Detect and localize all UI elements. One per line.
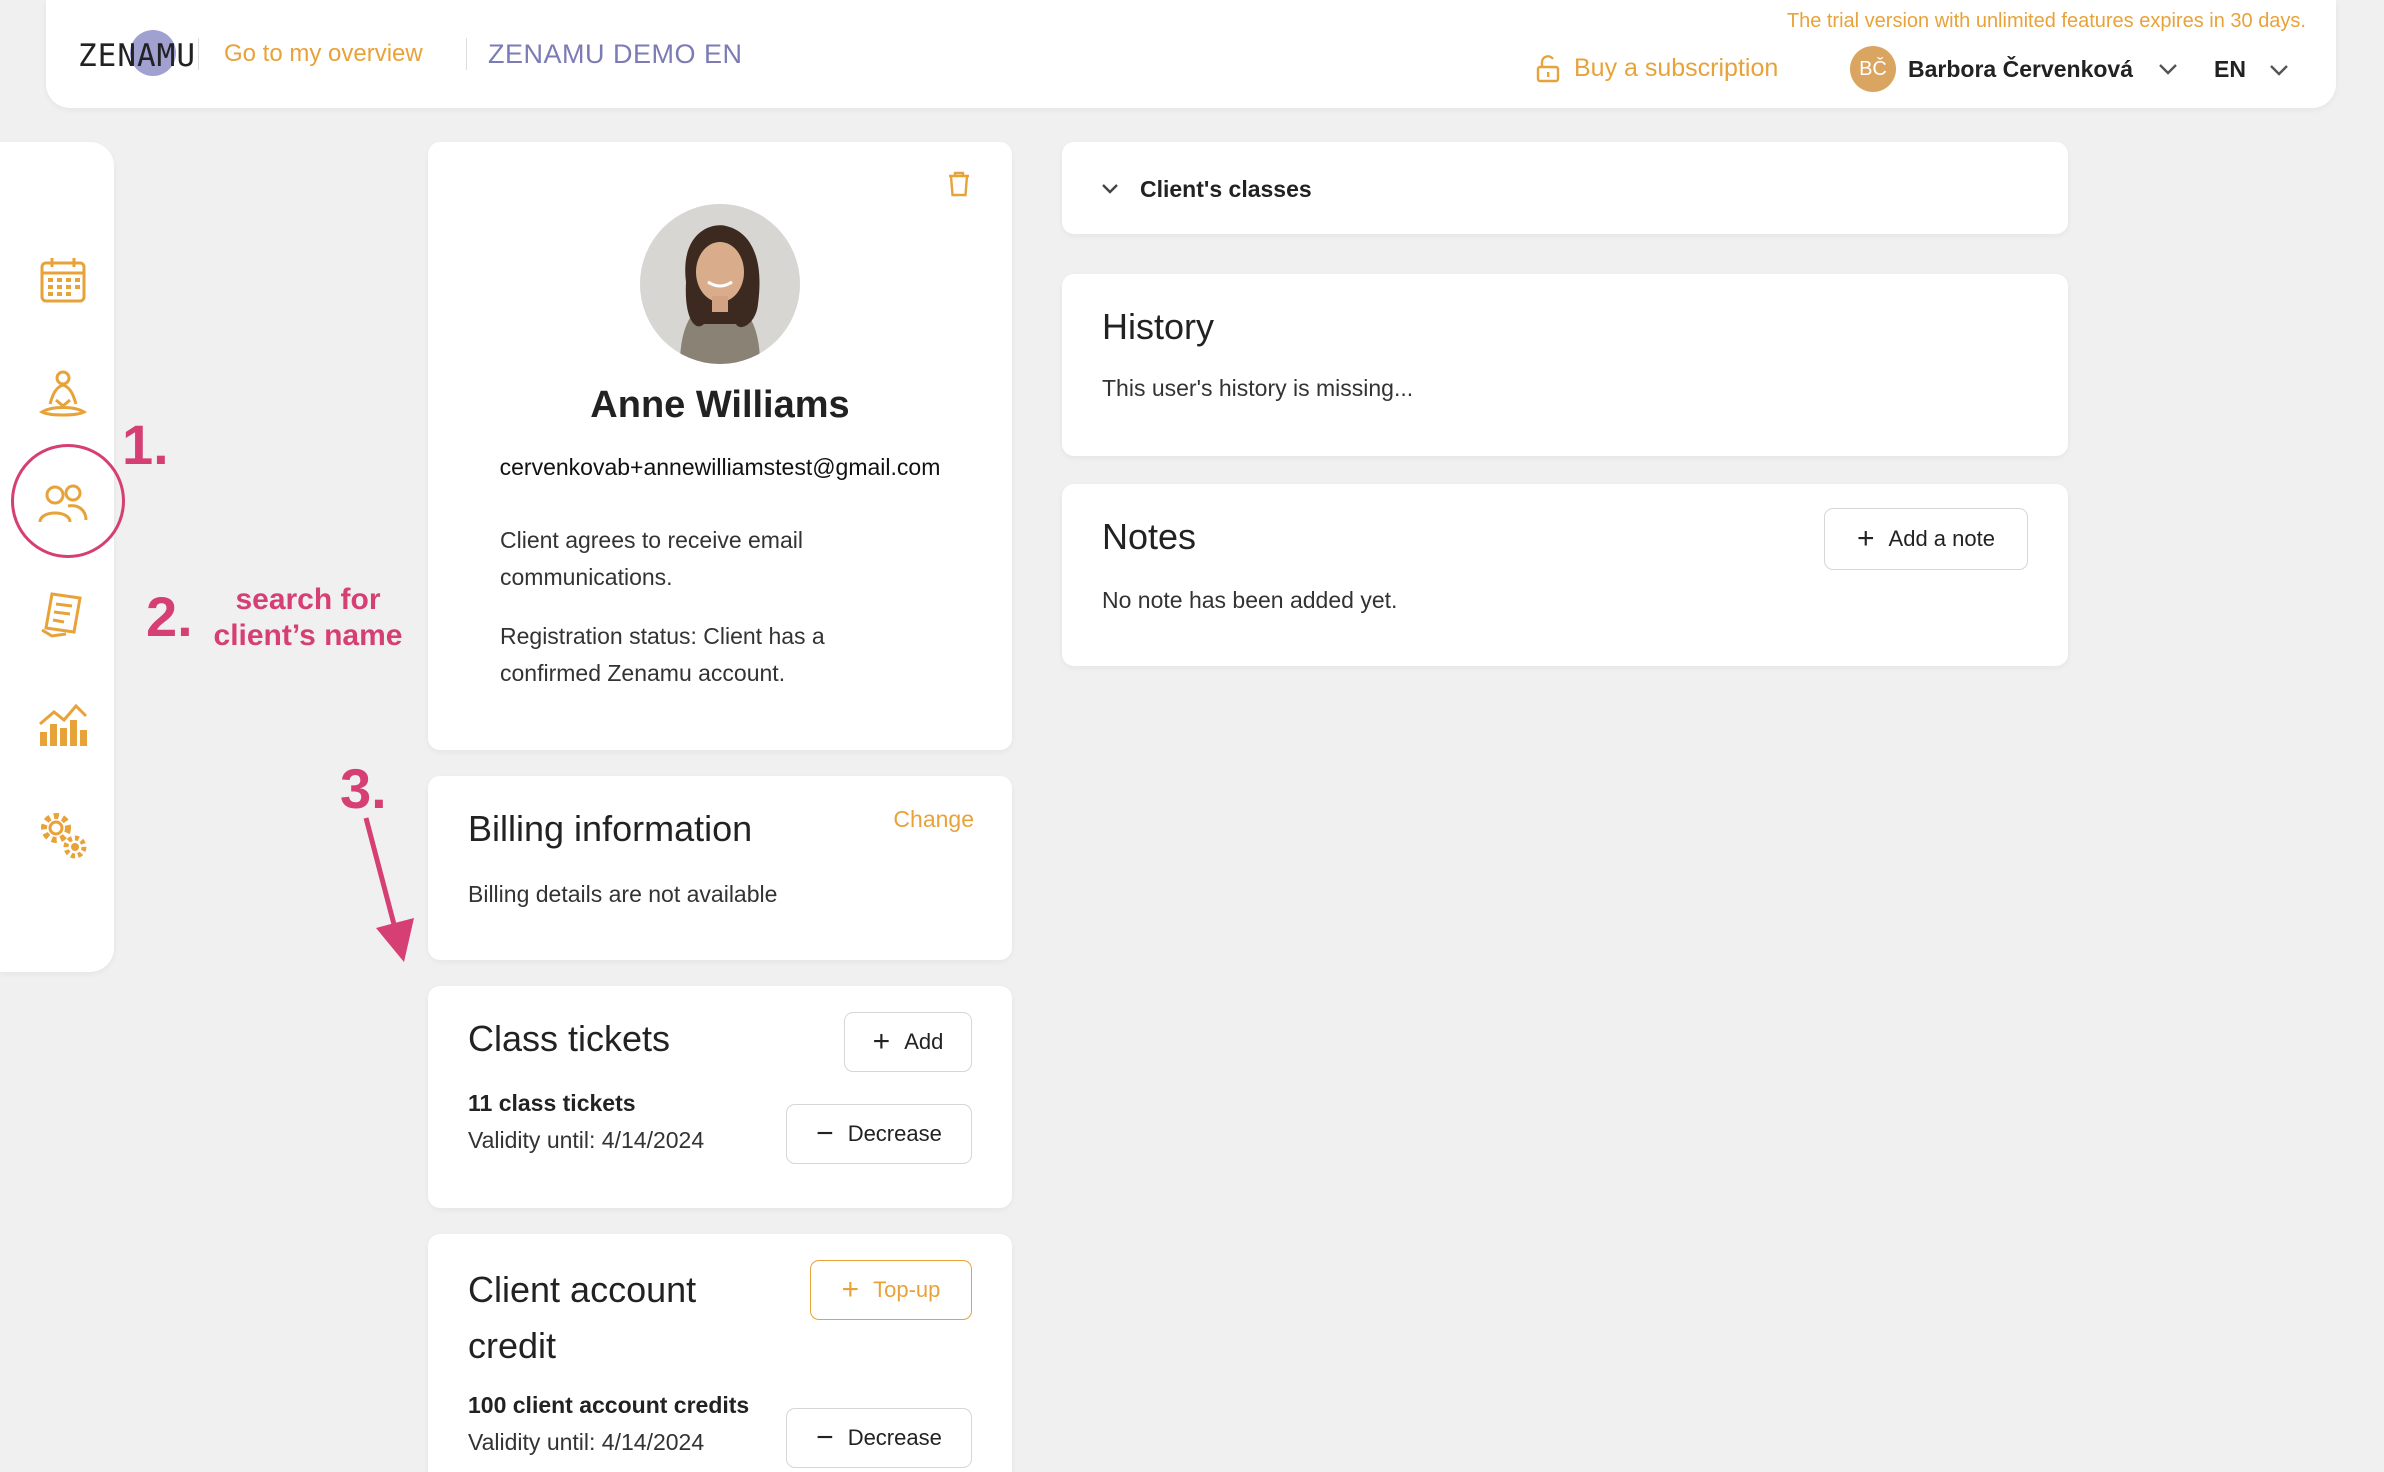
decrease-ticket-button[interactable]: − Decrease (786, 1104, 972, 1164)
history-card: History This user's history is missing..… (1062, 274, 2068, 456)
language-selector[interactable]: EN (2214, 56, 2290, 83)
annotation-step2-line2: client’s name (213, 619, 403, 652)
header-divider (198, 38, 199, 70)
annotation-arrow (363, 817, 414, 962)
credit-count: 100 client account credits (468, 1392, 750, 1418)
trash-icon[interactable] (946, 170, 972, 198)
logo[interactable]: ZENAMU (78, 26, 195, 82)
topup-button[interactable]: + Top-up (810, 1260, 972, 1320)
annotation-step2: 2. (146, 585, 193, 648)
billing-details: Billing details are not available (468, 881, 778, 907)
chart-icon[interactable] (36, 698, 90, 752)
client-name: Anne Williams (590, 384, 850, 426)
notes-card: Notes + Add a note No note has been adde… (1062, 484, 2068, 666)
client-photo (640, 204, 800, 364)
client-profile-card: Anne Williams cervenkovab+annewilliamste… (428, 142, 1012, 750)
settings-icon[interactable] (36, 808, 90, 862)
add-note-button[interactable]: + Add a note (1824, 508, 2028, 570)
overview-link[interactable]: Go to my overview (224, 40, 423, 68)
top-header: ZENAMU Go to my overview ZENAMU DEMO EN … (46, 0, 2336, 108)
notes-empty-text: No note has been added yet. (1102, 587, 1398, 613)
header-divider (466, 38, 467, 70)
history-title: History (1102, 306, 1215, 347)
add-ticket-button[interactable]: + Add (844, 1012, 972, 1072)
billing-title: Billing information (468, 808, 753, 849)
annotation-step2-line1: search for (235, 583, 381, 616)
class-tickets-card: Class tickets + Add 11 class tickets Val… (428, 986, 1012, 1208)
chevron-down-icon (2270, 64, 2288, 76)
registration-status: Registration status: Client has a confir… (500, 623, 825, 686)
minus-icon: − (816, 1117, 834, 1150)
decrease-credit-label: Decrease (847, 1425, 942, 1450)
ticket-validity: Validity until: 4/14/2024 (468, 1127, 705, 1153)
client-avatar (640, 204, 800, 364)
minus-icon: − (816, 1421, 834, 1454)
billing-change-link[interactable]: Change (893, 806, 974, 833)
credit-title-line2: credit (468, 1325, 557, 1366)
meditation-icon[interactable] (36, 368, 90, 422)
user-menu[interactable]: BČ Barbora Červenková (1850, 46, 2179, 92)
chevron-down-icon (1102, 184, 1118, 194)
credit-title: Client account credit (468, 1262, 696, 1374)
plus-icon: + (872, 1025, 891, 1058)
buy-subscription-label: Buy a subscription (1574, 54, 1779, 82)
email-consent: Client agrees to receive email communica… (500, 527, 803, 590)
client-classes-title: Client's classes (1140, 176, 1312, 202)
document-icon[interactable] (36, 588, 90, 642)
client-email: cervenkovab+annewilliamstest@gmail.com (499, 454, 941, 480)
plus-icon: + (841, 1273, 860, 1306)
credit-title-line1: Client account (468, 1269, 697, 1310)
studio-name[interactable]: ZENAMU DEMO EN (488, 39, 743, 70)
credit-validity: Validity until: 4/14/2024 (468, 1429, 705, 1455)
buy-subscription-link[interactable]: Buy a subscription (1536, 54, 1778, 83)
annotation-circle (11, 444, 125, 558)
ticket-count: 11 class tickets (468, 1090, 636, 1116)
add-note-label: Add a note (1888, 526, 1995, 551)
annotation-step1: 1. (122, 413, 169, 476)
add-ticket-label: Add (904, 1029, 944, 1054)
language-label: EN (2214, 56, 2246, 82)
user-name: Barbora Červenková (1908, 55, 2133, 82)
decrease-credit-button[interactable]: − Decrease (786, 1408, 972, 1468)
client-classes-accordion[interactable]: Client's classes (1062, 142, 2068, 234)
calendar-icon[interactable] (36, 254, 90, 308)
decrease-ticket-label: Decrease (847, 1121, 942, 1146)
billing-card: Billing information Change Billing detai… (428, 776, 1012, 960)
chevron-down-icon (2159, 64, 2177, 75)
notes-title: Notes (1102, 516, 1197, 557)
account-credit-card: Client account credit + Top-up 100 clien… (428, 1234, 1012, 1472)
history-text: This user's history is missing... (1102, 375, 1414, 401)
trial-notice: The trial version with unlimited feature… (1786, 10, 2306, 32)
class-tickets-title: Class tickets (468, 1018, 671, 1059)
logo-text: ZENAMU (78, 38, 196, 74)
annotation-step2-text: search for client’s name (208, 582, 408, 654)
plus-icon: + (1857, 522, 1875, 555)
avatar: BČ (1850, 46, 1896, 92)
unlock-icon (1536, 54, 1560, 82)
avatar-initials: BČ (1859, 57, 1887, 80)
topup-label: Top-up (873, 1277, 941, 1302)
